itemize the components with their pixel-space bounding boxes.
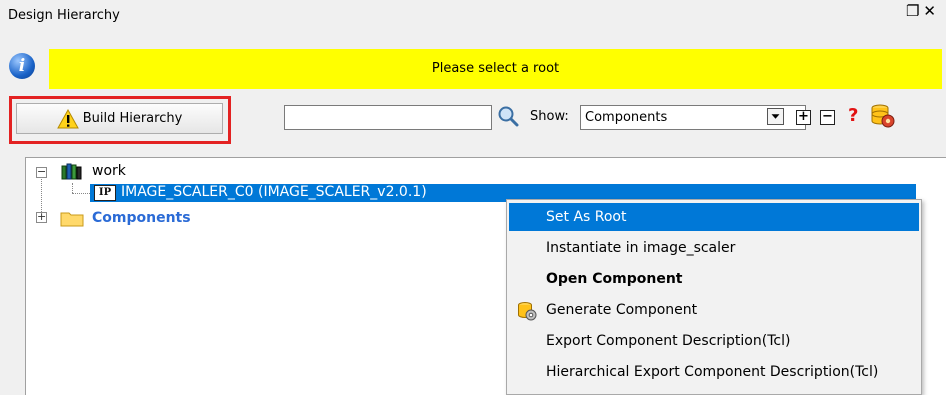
generate-icon	[518, 302, 537, 321]
close-icon[interactable]: ✕	[923, 2, 940, 20]
ip-icon: IP	[94, 185, 116, 201]
tree-node-image-scaler[interactable]: IMAGE_SCALER_C0 (IMAGE_SCALER_v2.0.1)	[121, 184, 427, 200]
build-hierarchy-button[interactable]: Build Hierarchy	[16, 103, 223, 134]
restore-icon[interactable]: ❐	[906, 2, 923, 20]
menu-item-instantiate[interactable]: Instantiate in image_scaler	[509, 234, 919, 262]
folder-icon	[60, 212, 84, 227]
tree-connector	[72, 183, 73, 193]
tree-node-components[interactable]: Components	[92, 210, 191, 226]
menu-item-generate-label: Generate Component	[546, 302, 698, 318]
show-select-value: Components	[585, 110, 668, 125]
menu-item-open-component[interactable]: Open Component	[509, 265, 919, 293]
context-menu: Set As Root Instantiate in image_scaler …	[506, 199, 922, 395]
window-title: Design Hierarchy	[8, 8, 120, 23]
show-label: Show:	[530, 109, 569, 124]
menu-item-generate-component[interactable]: Generate Component	[509, 296, 919, 324]
search-input[interactable]	[284, 105, 492, 130]
info-icon: i	[9, 53, 35, 79]
menu-item-set-as-root[interactable]: Set As Root	[509, 203, 919, 231]
expand-toggle[interactable]: +	[36, 211, 47, 223]
status-message: Please select a root	[49, 49, 942, 89]
help-icon[interactable]: ?	[848, 105, 858, 126]
collapse-toggle[interactable]: −	[36, 166, 47, 178]
warning-icon	[56, 108, 79, 128]
collapse-all-icon[interactable]: −	[820, 110, 835, 125]
expand-all-icon[interactable]: +	[796, 110, 811, 125]
tree-connector	[72, 193, 90, 194]
tree-node-work[interactable]: work	[92, 163, 126, 179]
search-icon[interactable]	[496, 104, 520, 128]
chevron-down-icon[interactable]	[767, 108, 784, 125]
window-controls: ❐✕	[906, 2, 940, 20]
menu-item-export-description[interactable]: Export Component Description(Tcl)	[509, 327, 919, 355]
library-icon	[61, 163, 82, 180]
database-icon[interactable]	[870, 103, 896, 129]
build-hierarchy-label: Build Hierarchy	[82, 111, 183, 126]
menu-item-hierarchical-export[interactable]: Hierarchical Export Component Descriptio…	[509, 358, 919, 386]
